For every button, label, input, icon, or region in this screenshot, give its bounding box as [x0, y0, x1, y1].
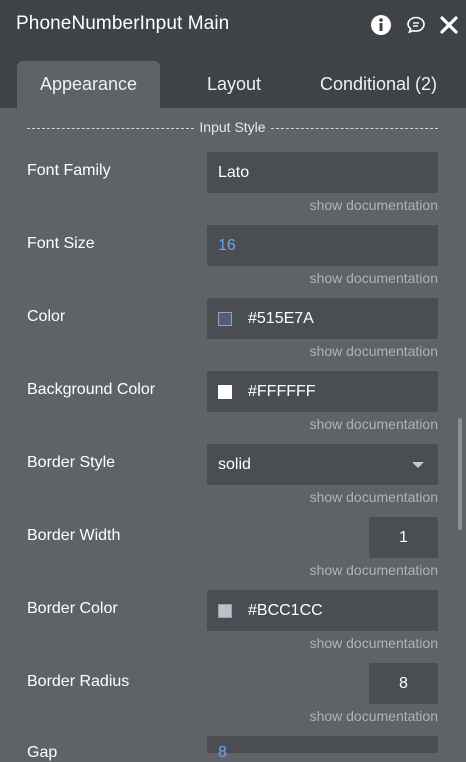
gap-field[interactable]: 8: [207, 736, 438, 761]
color-field[interactable]: #515E7A: [207, 298, 438, 339]
color-value: #515E7A: [248, 309, 314, 327]
gap-label: Gap: [27, 744, 58, 761]
section-title: Input Style: [199, 119, 266, 135]
title-bar: PhoneNumberInput Main: [0, 0, 466, 51]
tab-layout[interactable]: Layout: [188, 61, 280, 108]
divider-line-left: [27, 127, 195, 129]
color-label: Color: [27, 308, 66, 325]
tab-conditional[interactable]: Conditional (2): [313, 61, 444, 108]
border-color-docs-link[interactable]: show documentation: [310, 635, 438, 651]
close-icon[interactable]: [438, 14, 460, 36]
scrollbar-thumb[interactable]: [458, 418, 462, 530]
color-swatch[interactable]: [218, 311, 232, 326]
window-title: PhoneNumberInput Main: [16, 13, 230, 34]
font-size-label: Font Size: [27, 235, 95, 252]
divider-line-right: [270, 127, 438, 129]
font-size-value: 16: [218, 236, 236, 254]
border-color-value: #BCC1CC: [248, 601, 323, 619]
border-style-value: solid: [218, 455, 251, 473]
section-divider: Input Style: [27, 118, 438, 136]
color-docs-link[interactable]: show documentation: [310, 343, 438, 359]
border-width-field[interactable]: 1: [369, 517, 438, 558]
tab-appearance[interactable]: Appearance: [17, 61, 160, 108]
border-style-docs-link[interactable]: show documentation: [310, 489, 438, 505]
background-color-field[interactable]: #FFFFFF: [207, 371, 438, 412]
border-radius-label: Border Radius: [27, 673, 130, 690]
font-size-docs-link[interactable]: show documentation: [310, 270, 438, 286]
background-color-value: #FFFFFF: [248, 382, 316, 400]
border-color-label: Border Color: [27, 600, 118, 617]
border-style-select[interactable]: solid: [207, 444, 438, 485]
border-width-docs-link[interactable]: show documentation: [310, 562, 438, 578]
font-family-value: Lato: [218, 163, 250, 181]
background-color-docs-link[interactable]: show documentation: [310, 416, 438, 432]
font-family-docs-link[interactable]: show documentation: [310, 197, 438, 213]
font-size-field[interactable]: 16: [207, 225, 438, 266]
border-style-label: Border Style: [27, 454, 116, 471]
border-color-field[interactable]: #BCC1CC: [207, 590, 438, 631]
font-family-field[interactable]: Lato: [207, 152, 438, 193]
background-color-swatch[interactable]: [218, 384, 232, 399]
comment-icon[interactable]: [405, 14, 427, 36]
gap-value: 8: [218, 744, 227, 761]
tabs-bar: Appearance Layout Conditional (2): [0, 51, 466, 108]
border-radius-docs-link[interactable]: show documentation: [310, 708, 438, 724]
info-icon[interactable]: [370, 14, 392, 36]
font-family-label: Font Family: [27, 162, 111, 179]
background-color-label: Background Color: [27, 381, 156, 398]
border-radius-field[interactable]: 8: [369, 663, 438, 704]
chevron-down-icon: [412, 462, 424, 468]
border-radius-value: 8: [399, 674, 408, 692]
border-color-swatch[interactable]: [218, 603, 232, 618]
border-width-label: Border Width: [27, 527, 121, 544]
border-width-value: 1: [399, 528, 408, 546]
